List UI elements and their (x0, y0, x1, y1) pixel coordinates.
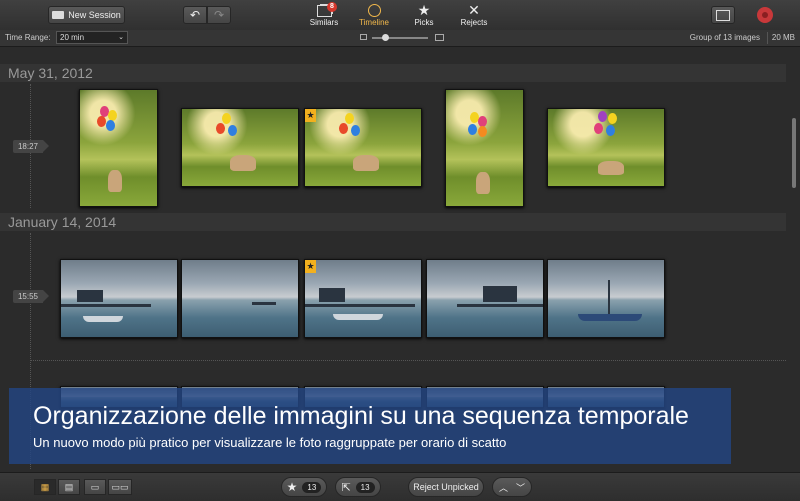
small-thumb-icon (360, 34, 367, 40)
undo-button[interactable]: ↶ (183, 6, 207, 24)
grid-view-button[interactable]: ▦ (34, 479, 56, 495)
grid-icon: ▦ (40, 481, 50, 492)
mast-shape (608, 280, 610, 316)
boat-shape (83, 316, 123, 322)
girl-figure (353, 155, 379, 171)
time-range-label: Time Range: (5, 33, 51, 42)
tab-picks-label: Picks (414, 18, 434, 27)
star-icon: ★ (286, 480, 298, 494)
tab-rejects[interactable]: ✕ Rejects (452, 3, 496, 29)
section-separator (30, 360, 786, 361)
new-session-label: New Session (68, 10, 121, 20)
photo-thumbnail[interactable] (426, 259, 544, 338)
time-tag: 18:27 (13, 140, 49, 153)
record-icon (762, 12, 768, 18)
top-toolbar: New Session ↶ ↷ 8 Similars Timeline ★ Pi… (0, 0, 800, 31)
hut-shape (77, 290, 103, 302)
pick-star-icon[interactable]: ★ (305, 109, 316, 122)
large-thumb-icon (435, 34, 444, 41)
girl-figure (108, 170, 122, 192)
redo-button[interactable]: ↷ (207, 6, 231, 24)
slider-handle[interactable] (382, 34, 389, 41)
tab-picks[interactable]: ★ Picks (402, 3, 446, 29)
redo-icon: ↷ (213, 8, 225, 22)
record-button[interactable] (757, 7, 773, 23)
tab-timeline[interactable]: Timeline (352, 3, 396, 29)
undo-icon: ↶ (189, 8, 201, 22)
pier-shape (61, 304, 151, 307)
photo-thumbnail[interactable] (181, 259, 299, 338)
tab-timeline-label: Timeline (359, 18, 389, 27)
photo-thumbnail[interactable] (60, 259, 178, 338)
bottom-toolbar: ▦ ▤ ▭ ▭▭ ★ 13 ⇱ 13 Reject Unpicked ︿ ﹀ (0, 472, 800, 501)
thumbnail-size-slider[interactable] (372, 37, 428, 39)
photo-thumbnail[interactable] (79, 89, 158, 207)
image-view-button[interactable] (711, 6, 735, 24)
list-grid-icon: ▤ (64, 481, 74, 492)
photo-thumbnail[interactable]: ★ (304, 259, 422, 338)
photo-thumbnail[interactable]: ★ (304, 108, 422, 187)
share-button[interactable]: ⇱ 13 (335, 477, 381, 497)
vertical-scrollbar[interactable] (792, 118, 796, 188)
tab-similars-label: Similars (309, 18, 339, 27)
hut-shape (319, 288, 345, 302)
pier-shape (305, 304, 415, 307)
chevron-up-icon[interactable]: ︿ (499, 481, 508, 494)
boat-shape (578, 314, 642, 321)
tab-rejects-label: Rejects (460, 18, 488, 27)
caption-overlay: Organizzazione delle immagini su una seq… (9, 388, 731, 464)
pick-star-icon[interactable]: ★ (305, 260, 316, 273)
clock-icon (367, 3, 381, 18)
similars-badge: 8 (327, 2, 337, 12)
group-info: Group of 13 images (689, 33, 760, 42)
hut-shape (483, 286, 517, 302)
photo-thumbnail[interactable] (547, 108, 665, 187)
photo-thumbnail[interactable] (445, 89, 524, 207)
island-shape (252, 302, 276, 305)
photo-thumbnail[interactable] (547, 259, 665, 338)
options-bar: Time Range: 20 min ⌄ Group of 13 images … (0, 30, 800, 47)
folder-plus-icon (52, 11, 65, 19)
boat-shape (333, 314, 383, 320)
time-tag: 15:55 (13, 290, 49, 303)
reject-unpicked-button[interactable]: Reject Unpicked (408, 477, 484, 497)
chevron-down-icon[interactable]: ﹀ (516, 481, 525, 494)
picks-count-button[interactable]: ★ 13 (281, 477, 327, 497)
single-view-button[interactable]: ▭ (84, 479, 106, 495)
tab-similars[interactable]: 8 Similars (302, 2, 346, 29)
divider (767, 32, 768, 44)
girl-figure (230, 155, 256, 171)
star-icon: ★ (417, 2, 431, 18)
navigation-buttons[interactable]: ︿ ﹀ (492, 477, 532, 497)
girl-figure (476, 172, 490, 194)
x-icon: ✕ (468, 2, 480, 18)
girl-figure (598, 161, 624, 175)
picks-count: 13 (302, 481, 322, 493)
time-range-select[interactable]: 20 min ⌄ (56, 31, 128, 44)
share-count: 13 (355, 481, 375, 493)
list-view-button[interactable]: ▤ (58, 479, 80, 495)
image-icon (716, 9, 730, 21)
caption-subtitle: Un nuovo modo più pratico per visualizza… (33, 435, 507, 450)
single-image-icon: ▭ (90, 481, 100, 492)
reject-unpicked-label: Reject Unpicked (413, 482, 479, 492)
photo-thumbnail[interactable] (181, 108, 299, 187)
share-icon: ⇱ (341, 481, 351, 494)
date-header: January 14, 2014 (0, 213, 786, 231)
time-range-value: 20 min (60, 33, 85, 42)
new-session-button[interactable]: New Session (48, 6, 125, 24)
size-info: 20 MB (771, 33, 795, 42)
compare-view-button[interactable]: ▭▭ (108, 479, 132, 495)
date-header: May 31, 2012 (0, 64, 786, 82)
chevron-down-icon: ⌄ (118, 34, 124, 41)
compare-icon: ▭▭ (111, 481, 129, 492)
caption-title: Organizzazione delle immagini su una seq… (33, 402, 689, 430)
pier-shape (457, 304, 543, 307)
